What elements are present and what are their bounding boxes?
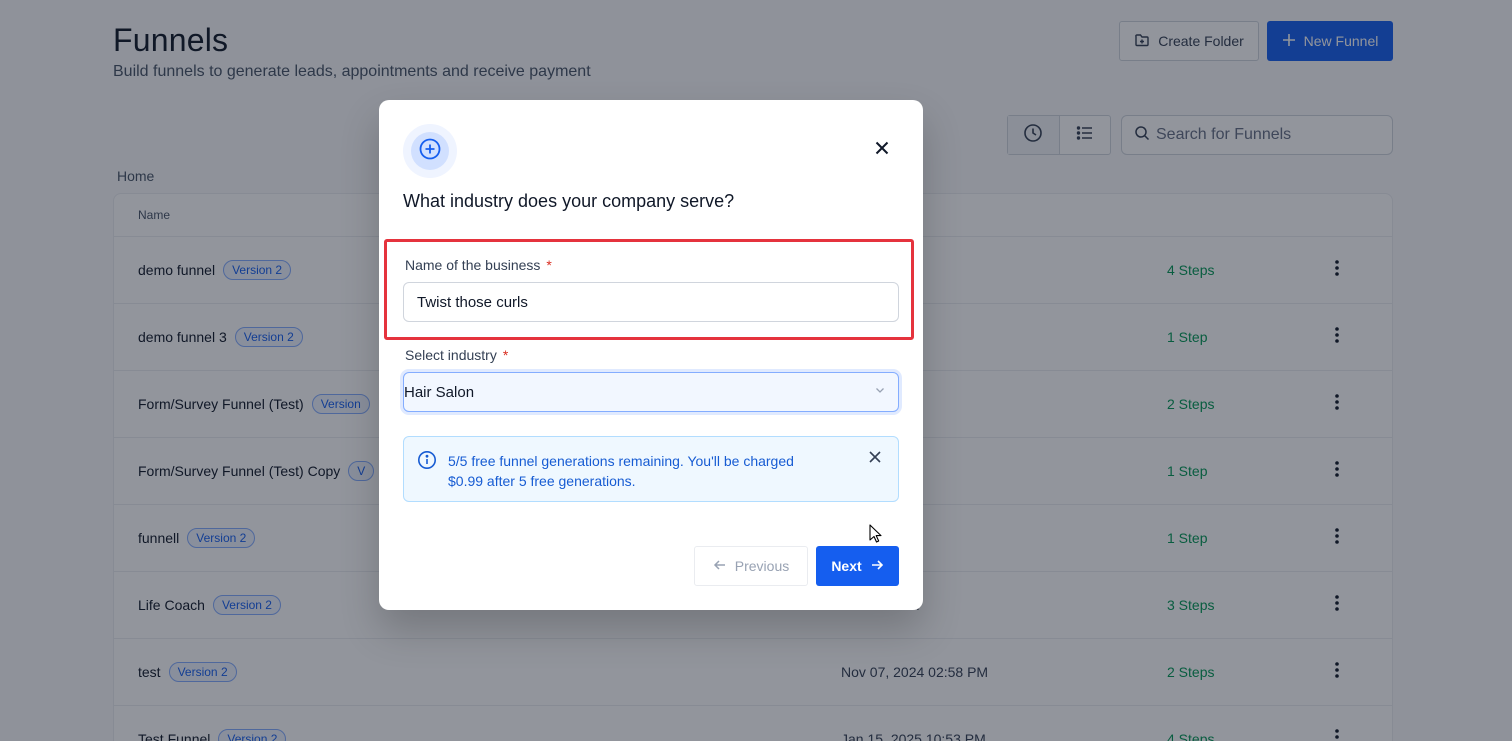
industry-select-value: Hair Salon [404,383,475,401]
info-alert-text: 5/5 free funnel generations remaining. Y… [448,453,794,489]
business-name-label: Name of the business * [405,257,552,273]
required-marker: * [546,257,552,273]
close-icon [869,450,881,468]
plus-circle-icon [418,137,442,166]
chevron-down-icon [874,383,886,401]
industry-label: Select industry * [405,347,509,363]
arrow-right-icon [870,558,884,575]
arrow-left-icon [713,558,727,575]
dismiss-alert-button[interactable] [866,450,884,468]
modal-icon-container [403,124,457,178]
modal-heading: What industry does your company serve? [403,191,735,211]
close-modal-button[interactable] [871,139,893,161]
industry-modal: What industry does your company serve? N… [379,100,923,610]
next-button[interactable]: Next [816,546,899,586]
info-alert: 5/5 free funnel generations remaining. Y… [403,436,899,502]
info-icon [417,450,437,475]
next-label: Next [831,558,862,574]
close-icon [875,141,889,160]
required-marker: * [502,347,509,363]
previous-label: Previous [734,558,790,574]
mouse-cursor-icon [869,524,883,549]
industry-select[interactable]: Hair Salon [403,372,899,412]
previous-button[interactable]: Previous [694,546,808,586]
business-name-input[interactable] [403,282,899,322]
